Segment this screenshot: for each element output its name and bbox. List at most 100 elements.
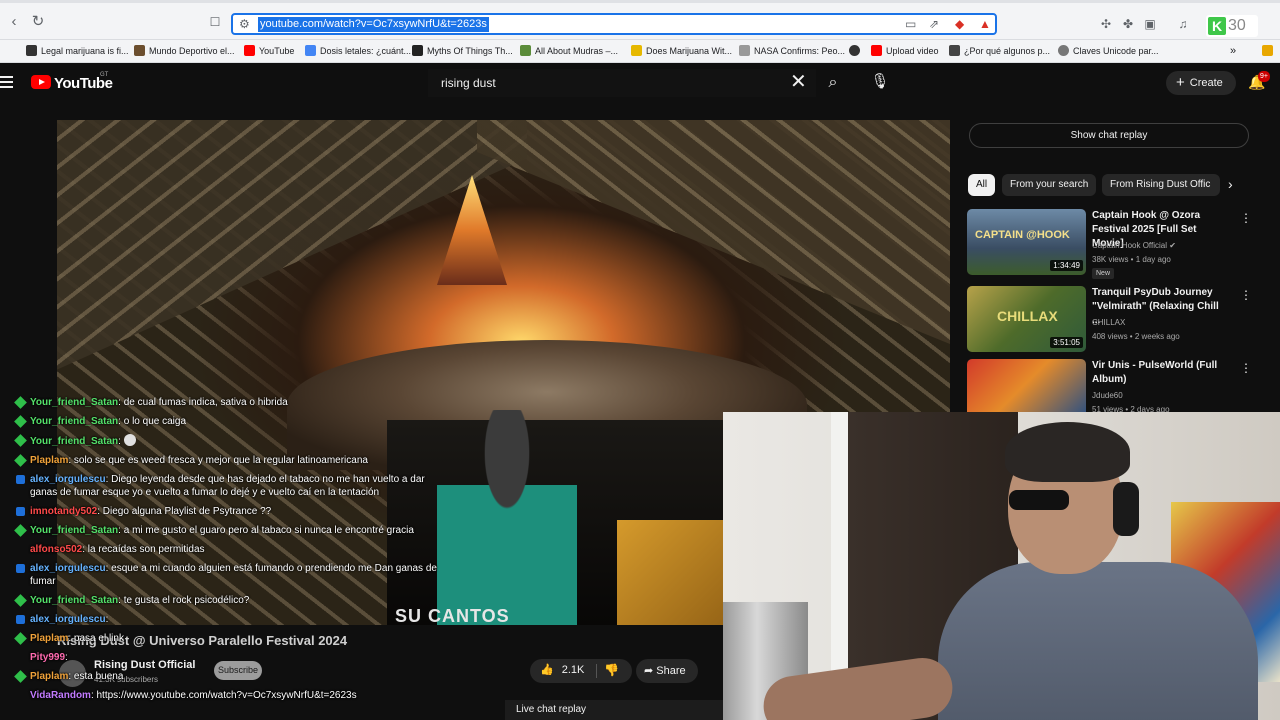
back-icon[interactable]: ‹ [5,13,23,31]
youtube-header: YouTube GT rising dust ✕ ⌕ 🎙 + Create 🔔 9… [0,63,1280,105]
recommendation-channel[interactable]: Captain Hook Official ✔ [1092,241,1176,250]
recommendation-thumbnail[interactable]: CAPTAIN @HOOK 1:34:49 [967,209,1086,275]
more-bookmarks-icon[interactable]: » [1230,44,1236,59]
sidepanel-icon[interactable]: ▣ [1142,16,1158,32]
chat-message: Your_friend_Satan: o lo que caiga [14,415,454,428]
chat-message: Your_friend_Satan: te gusta el rock psic… [14,594,454,607]
chat-text: : esta buena [68,671,124,682]
chevron-right-icon[interactable]: › [1228,176,1233,192]
site-info-icon[interactable]: ⚙ [239,17,250,31]
chat-author[interactable]: alex_iorgulescu [30,614,106,625]
youtube-logo-icon[interactable] [31,75,51,89]
chip-from-channel[interactable]: From Rising Dust Offic [1102,174,1220,196]
recommendation-channel[interactable]: CHILLAX [1092,318,1125,327]
recommendation-channel[interactable]: Jdude60 [1092,391,1123,400]
bookmark-item[interactable]: Mundo Deportivo el... [134,44,235,59]
chip-from-your-search[interactable]: From your search [1002,174,1097,196]
shield-extension-icon[interactable]: ◆ [955,17,964,31]
bookmark-label: Myths Of Things Th... [427,46,513,56]
chat-author[interactable]: alex_iorgulescu [30,474,106,485]
create-label: Create [1189,77,1223,89]
member-badge-icon [16,564,25,573]
media-icon[interactable]: ♫ [1175,16,1191,32]
recommendation-item[interactable]: CAPTAIN @HOOK 1:34:49 Captain Hook @ Ozo… [967,209,1252,279]
bookmarks-bar: Legal marijuana is fi... Mundo Deportivo… [0,40,1280,63]
share-button[interactable]: ➦ Share [636,659,698,683]
clear-search-icon[interactable]: ✕ [790,72,807,92]
bookmark-item[interactable]: Does Marijuana Wit... [631,44,732,59]
youtube-favicon-icon [244,45,255,56]
counter-extension-badge[interactable]: K 30 [1206,15,1258,37]
chat-text: : [105,614,109,625]
more-options-icon[interactable]: ⋮ [1240,211,1252,225]
like-button[interactable]: 👍 2.1K [540,663,584,676]
chat-author[interactable]: Pity999 [30,652,65,663]
thumbs-up-icon: 👍 [540,664,554,676]
chat-author[interactable]: Your_friend_Satan [30,397,118,408]
search-query[interactable]: rising dust [441,76,496,90]
bookmark-item[interactable]: Legal marijuana is fi... [26,44,129,59]
chat-message: Pity999: [14,651,454,664]
thumbs-down-icon[interactable]: 👎 [604,663,619,677]
channel-label: Captain Hook Official [1092,241,1167,250]
create-button[interactable]: + Create [1166,71,1236,95]
bookmark-item[interactable]: Dosis letales: ¿cuánt... [305,44,411,59]
show-chat-replay-button[interactable]: Show chat replay [969,123,1249,148]
folder-icon [1262,45,1273,56]
address-bar[interactable]: ⚙ youtube.com/watch?v=Oc7xsywNrfU&t=2623… [231,13,997,35]
bookmark-item[interactable]: ¿Por qué algunos p... [949,44,1050,59]
cast-icon[interactable]: ▭ [905,17,916,31]
chat-author[interactable]: Your_friend_Satan [30,436,118,447]
bookmark-item[interactable]: Upload video [871,44,939,59]
chat-text: : Diego alguna Playlist de Psytrance ?? [97,506,272,517]
chat-author[interactable]: Your_friend_Satan [30,416,118,427]
bookmark-star-icon[interactable]: ☐ [206,13,224,31]
bookmark-item[interactable]: Myths Of Things Th... [412,44,513,59]
chat-author[interactable]: Your_friend_Satan [30,595,118,606]
reload-icon[interactable]: ↻ [29,13,47,31]
member-badge-icon [16,615,25,624]
chat-author[interactable]: VidaRandom [30,690,91,701]
chip-all[interactable]: All [968,174,996,196]
recommendation-item[interactable]: CHILLAX 3:51:05 Tranquil PsyDub Journey … [967,286,1252,356]
recommendation-title[interactable]: Vir Unis - PulseWorld (Full Album) [1092,359,1227,387]
chat-message: imnotandy502: Diego alguna Playlist de P… [14,505,454,518]
chat-author[interactable]: alfonso502 [30,544,82,555]
plus-icon: + [1176,74,1185,91]
chat-message: VidaRandom: https://www.youtube.com/watc… [14,689,454,702]
bookmark-favicon-icon [1058,45,1069,56]
bookmark-label: Upload video [886,46,939,56]
chat-author[interactable]: alex_iorgulescu [30,563,106,574]
bookmark-item[interactable]: Claves Unicode par... [1058,44,1159,59]
more-options-icon[interactable]: ⋮ [1240,361,1252,375]
search-icon[interactable]: ⌕ [816,69,850,97]
puzzle-icon[interactable]: ✤ [1120,16,1136,32]
chat-author[interactable]: Plaplam [30,633,68,644]
menu-icon[interactable] [0,76,13,88]
search-input[interactable]: rising dust ✕ [428,69,816,97]
share-page-icon[interactable]: ⇗ [929,17,939,31]
bookmark-item[interactable]: All About Mudras –... [520,44,618,59]
microphone-icon[interactable]: 🎙 [868,70,892,94]
bookmark-item[interactable] [849,44,864,59]
chat-text: : de cual fumas indica, sativa o hibrida [118,397,288,408]
verified-icon: ✔ [1169,241,1176,250]
bookmark-item[interactable]: NASA Confirms: Peo... [739,44,845,59]
extension-icon-1[interactable]: ✣ [1098,16,1114,32]
live-chat-replay-button[interactable]: Live chat replay [505,700,723,720]
chat-author[interactable]: Your_friend_Satan [30,525,118,536]
member-badge-icon [14,594,27,607]
chat-author[interactable]: Plaplam [30,455,68,466]
bookmark-label: YouTube [259,46,295,56]
alert-extension-icon[interactable]: ▲ [979,17,991,31]
chat-author[interactable]: Plaplam [30,671,68,682]
chat-author[interactable]: imnotandy502 [30,506,97,517]
more-options-icon[interactable]: ⋮ [1240,288,1252,302]
chat-message: alex_iorgulescu: [14,613,454,626]
bookmark-folder-icon[interactable] [1262,44,1277,59]
country-code: GT [100,72,109,78]
recommendation-thumbnail[interactable]: CHILLAX 3:51:05 [967,286,1086,352]
bookmark-item[interactable]: YouTube [244,44,294,59]
url-text[interactable]: youtube.com/watch?v=Oc7xsywNrfU&t=2623s [258,17,489,32]
google-favicon-icon [305,45,316,56]
